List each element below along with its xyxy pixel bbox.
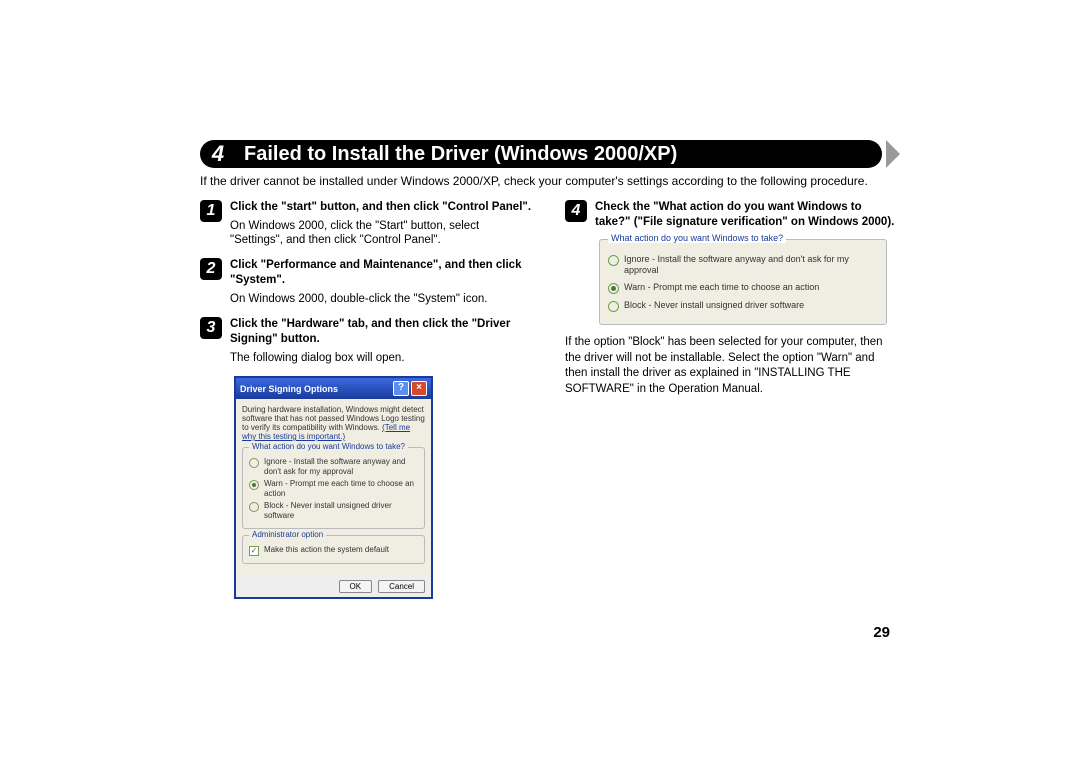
step-title: Click "Performance and Maintenance", and… — [230, 258, 535, 288]
intro-text: If the driver cannot be installed under … — [200, 174, 900, 190]
radio-ignore[interactable]: Ignore - Install the software anyway and… — [249, 457, 418, 476]
step-number: 3 — [200, 317, 222, 339]
driver-signing-dialog: Driver Signing Options ? × During hardwa… — [234, 376, 433, 599]
panel-legend: What action do you want Windows to take? — [608, 233, 786, 243]
step-description: On Windows 2000, click the "Start" butto… — [230, 219, 535, 249]
page-number: 29 — [873, 624, 890, 641]
radio-label: Ignore - Install the software anyway and… — [624, 254, 878, 276]
radio-label: Block - Never install unsigned driver so… — [624, 300, 804, 311]
radio-warn[interactable]: Warn - Prompt me each time to choose an … — [608, 282, 878, 294]
step-description: On Windows 2000, double-click the "Syste… — [230, 292, 535, 307]
ok-button[interactable]: OK — [339, 580, 373, 593]
radio-label: Ignore - Install the software anyway and… — [264, 457, 418, 476]
dialog-title-text: Driver Signing Options — [240, 384, 391, 394]
checkbox-label: Make this action the system default — [264, 545, 389, 554]
cancel-button[interactable]: Cancel — [378, 580, 425, 593]
action-group: What action do you want Windows to take?… — [242, 447, 425, 529]
left-column: 1 Click the "start" button, and then cli… — [200, 200, 535, 599]
action-panel: What action do you want Windows to take?… — [599, 239, 887, 325]
step-title: Click the "start" button, and then click… — [230, 200, 535, 215]
radio-block[interactable]: Block - Never install unsigned driver so… — [249, 501, 418, 520]
radio-ignore[interactable]: Ignore - Install the software anyway and… — [608, 254, 878, 276]
step-number: 2 — [200, 258, 222, 280]
checkbox-default[interactable]: ✓ Make this action the system default — [249, 545, 418, 556]
step-3: 3 Click the "Hardware" tab, and then cli… — [200, 317, 535, 366]
help-icon[interactable]: ? — [393, 381, 409, 396]
step-1: 1 Click the "start" button, and then cli… — [200, 200, 535, 249]
right-column: 4 Check the "What action do you want Win… — [565, 200, 900, 599]
section-title: Failed to Install the Driver (Windows 20… — [236, 140, 882, 168]
dialog-body: During hardware installation, Windows mi… — [236, 399, 431, 576]
group-legend: Administrator option — [249, 530, 326, 539]
dialog-intro: During hardware installation, Windows mi… — [242, 405, 425, 441]
step-2: 2 Click "Performance and Maintenance", a… — [200, 258, 535, 307]
closing-note: If the option "Block" has been selected … — [565, 335, 900, 397]
step-description: The following dialog box will open. — [230, 351, 535, 366]
manual-page: 4 Failed to Install the Driver (Windows … — [0, 0, 1080, 763]
dialog-titlebar: Driver Signing Options ? × — [236, 378, 431, 399]
group-legend: What action do you want Windows to take? — [249, 442, 408, 451]
radio-block[interactable]: Block - Never install unsigned driver so… — [608, 300, 878, 312]
step-title: Check the "What action do you want Windo… — [595, 200, 900, 230]
section-number: 4 — [200, 140, 236, 168]
dialog-footer: OK Cancel — [236, 576, 431, 597]
radio-label: Warn - Prompt me each time to choose an … — [264, 479, 418, 498]
step-number: 1 — [200, 200, 222, 222]
radio-icon — [249, 458, 259, 468]
radio-icon — [608, 301, 619, 312]
section-header: 4 Failed to Install the Driver (Windows … — [200, 140, 900, 168]
radio-icon — [249, 480, 259, 490]
radio-label: Block - Never install unsigned driver so… — [264, 501, 418, 520]
step-4: 4 Check the "What action do you want Win… — [565, 200, 900, 230]
arrow-right-icon — [886, 140, 900, 168]
radio-icon — [608, 255, 619, 266]
step-number: 4 — [565, 200, 587, 222]
two-column-layout: 1 Click the "start" button, and then cli… — [200, 200, 900, 599]
checkbox-icon: ✓ — [249, 546, 259, 556]
radio-label: Warn - Prompt me each time to choose an … — [624, 282, 819, 293]
admin-group: Administrator option ✓ Make this action … — [242, 535, 425, 564]
close-icon[interactable]: × — [411, 381, 427, 396]
radio-icon — [249, 502, 259, 512]
radio-icon — [608, 283, 619, 294]
radio-warn[interactable]: Warn - Prompt me each time to choose an … — [249, 479, 418, 498]
step-title: Click the "Hardware" tab, and then click… — [230, 317, 535, 347]
